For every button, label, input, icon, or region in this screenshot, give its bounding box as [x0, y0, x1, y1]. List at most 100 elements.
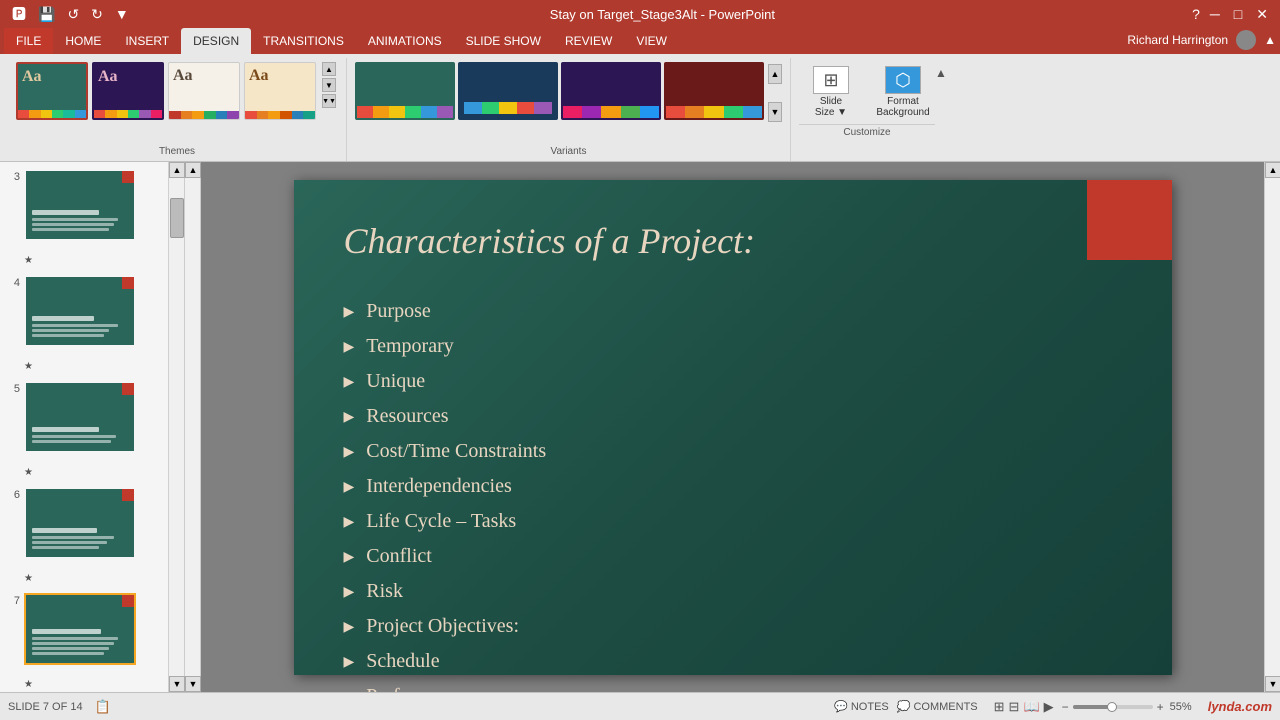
canvas-scroll-down[interactable]: ▼ — [185, 676, 201, 692]
bullet-cost-time: ▶ Cost/Time Constraints — [344, 440, 1122, 463]
slide-num-7: 7 — [6, 595, 20, 607]
slideshow-view-icon[interactable]: ▶ — [1044, 699, 1054, 715]
tab-transitions[interactable]: TRANSITIONS — [251, 28, 356, 54]
restore-button[interactable]: ─ — [1206, 4, 1224, 24]
variant-4[interactable] — [664, 62, 764, 120]
tab-animations[interactable]: ANIMATIONS — [356, 28, 454, 54]
bullet-text-3: Unique — [366, 370, 425, 393]
slide-item-3[interactable]: 3 — [4, 166, 164, 269]
theme-1[interactable]: Aa — [16, 62, 88, 120]
tab-slideshow[interactable]: SLIDE SHOW — [454, 28, 553, 54]
tab-insert[interactable]: INSERT — [113, 28, 181, 54]
slide-item-7[interactable]: 7 — [4, 590, 164, 692]
slide-num-6: 6 — [6, 489, 20, 501]
notes-icon: 💬 — [834, 700, 848, 713]
canvas-right-scroll-down[interactable]: ▼ — [1265, 676, 1280, 692]
bullet-lifecycle: ▶ Life Cycle – Tasks — [344, 510, 1122, 533]
slide-bullet-list: ▶ Purpose ▶ Temporary ▶ Unique ▶ Resourc… — [344, 300, 1122, 693]
maximize-button[interactable]: □ — [1230, 4, 1246, 24]
close-button[interactable]: ✕ — [1252, 4, 1272, 25]
canvas-scroll-up[interactable]: ▲ — [185, 162, 201, 178]
canvas-left-scroll: ▲ ▼ — [185, 162, 201, 692]
panel-scroll-track[interactable] — [169, 178, 184, 676]
user-avatar — [1236, 30, 1256, 50]
reading-view-icon[interactable]: 📖 — [1023, 699, 1039, 715]
bullet-arrow-1: ▶ — [344, 304, 355, 321]
format-background-button[interactable]: ⬡ FormatBackground — [871, 62, 935, 122]
theme-3[interactable]: Aa — [168, 62, 240, 120]
slide-size-label: SlideSize ▼ — [815, 96, 847, 118]
bullet-text-11: Schedule — [366, 650, 439, 673]
tab-home[interactable]: HOME — [53, 28, 113, 54]
theme-4[interactable]: Aa — [244, 62, 316, 120]
zoom-out-button[interactable]: − — [1062, 700, 1069, 714]
canvas-right-scroll: ▲ ▼ — [1264, 162, 1280, 692]
themes-section: Aa Aa — [8, 58, 347, 161]
canvas-area[interactable]: ▲ ▼ Characteristics of a Project: ▶ Purp… — [185, 162, 1280, 692]
zoom-bar[interactable] — [1073, 705, 1153, 709]
canvas-right-scroll-track[interactable] — [1265, 178, 1280, 676]
notes-button[interactable]: 💬 NOTES — [834, 700, 889, 713]
variant-scroll-up[interactable]: ▲ — [768, 64, 782, 84]
slide-star-7: ★ — [24, 679, 136, 690]
zoom-level: 55% — [1170, 701, 1192, 713]
normal-view-icon[interactable]: ⊞ — [994, 699, 1005, 715]
save-button[interactable]: 💾 — [34, 4, 59, 25]
redo-button[interactable]: ↻ — [87, 4, 107, 25]
bullet-arrow-9: ▶ — [344, 584, 355, 601]
zoom-in-button[interactable]: + — [1157, 700, 1164, 714]
variant-3[interactable] — [561, 62, 661, 120]
ribbon-collapse-arrow[interactable]: ▲ — [1264, 33, 1276, 47]
tab-view[interactable]: VIEW — [624, 28, 679, 54]
quick-access-toolbar: 🅿 💾 ↺ ↻ ▼ — [8, 2, 133, 26]
slide-canvas[interactable]: Characteristics of a Project: ▶ Purpose … — [294, 180, 1172, 675]
slide-title[interactable]: Characteristics of a Project: — [344, 220, 1052, 262]
main-area: 3 — [0, 162, 1280, 692]
canvas-scroll-track-left[interactable] — [185, 178, 200, 676]
undo-button[interactable]: ↺ — [63, 4, 83, 25]
bullet-performance: ▶ Performance — [344, 685, 1122, 693]
comments-label: COMMENTS — [913, 701, 977, 713]
panel-scroll-down[interactable]: ▼ — [169, 676, 185, 692]
theme-2[interactable]: Aa — [92, 62, 164, 120]
ribbon-collapse-top[interactable]: ▲ — [935, 66, 947, 80]
slide-decoration-red — [1087, 180, 1172, 260]
panel-scroll-up[interactable]: ▲ — [169, 162, 185, 178]
slide-size-button[interactable]: ⊞ SlideSize ▼ — [799, 62, 863, 122]
bullet-objectives: ▶ Project Objectives: — [344, 615, 1122, 638]
slide-item-6[interactable]: 6 — [4, 484, 164, 587]
bullet-arrow-6: ▶ — [344, 479, 355, 496]
bullet-arrow-4: ▶ — [344, 409, 355, 426]
canvas-right-scroll-up[interactable]: ▲ — [1265, 162, 1280, 178]
variants-grid — [355, 62, 764, 120]
tab-design[interactable]: DESIGN — [181, 28, 251, 54]
bullet-text-10: Project Objectives: — [366, 615, 519, 638]
bullet-arrow-7: ▶ — [344, 514, 355, 531]
help-button[interactable]: ? — [1192, 6, 1200, 22]
user-name: Richard Harrington — [1127, 33, 1228, 47]
slide-thumb-5 — [26, 383, 134, 451]
bullet-arrow-2: ▶ — [344, 339, 355, 356]
bullet-resources: ▶ Resources — [344, 405, 1122, 428]
customize-label: Customize — [799, 124, 935, 142]
slide-item-4[interactable]: 4 — [4, 272, 164, 375]
bullet-text-5: Cost/Time Constraints — [366, 440, 546, 463]
theme-scroll-more[interactable]: ▼▼ — [322, 94, 336, 108]
variant-scroll-down[interactable]: ▼ — [768, 102, 782, 122]
slide-item-5[interactable]: 5 — [4, 378, 164, 481]
variant-2[interactable] — [458, 62, 558, 120]
bullet-risk: ▶ Risk — [344, 580, 1122, 603]
quick-access-more[interactable]: ▼ — [111, 4, 133, 24]
tab-review[interactable]: REVIEW — [553, 28, 624, 54]
slide-sorter-icon[interactable]: ⊟ — [1009, 699, 1020, 715]
theme-scroll-down[interactable]: ▼ — [322, 78, 336, 92]
slide-thumb-6 — [26, 489, 134, 557]
bullet-arrow-3: ▶ — [344, 374, 355, 391]
variant-1[interactable] — [355, 62, 455, 120]
bullet-text-2: Temporary — [366, 335, 453, 358]
format-background-label: FormatBackground — [876, 96, 929, 118]
comments-button[interactable]: 💭 COMMENTS — [897, 700, 978, 713]
slide-num-4: 4 — [6, 277, 20, 289]
theme-scroll-up[interactable]: ▲ — [322, 62, 336, 76]
tab-file[interactable]: FILE — [4, 28, 53, 54]
